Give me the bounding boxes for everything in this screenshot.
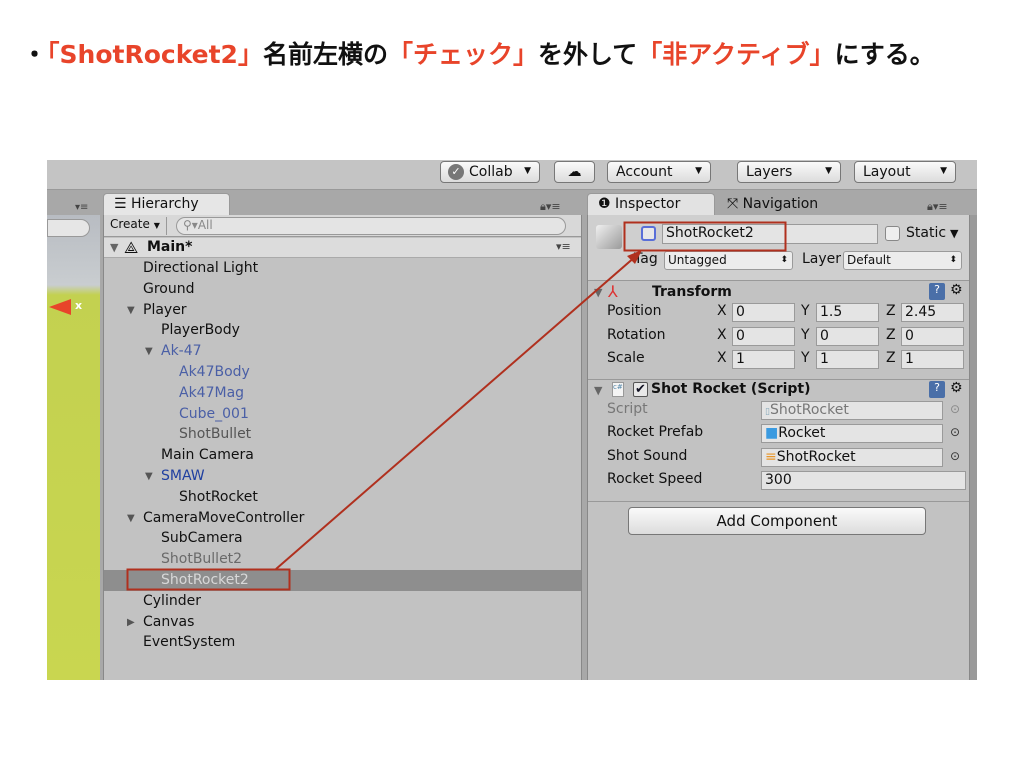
highlight-name-box: [623, 221, 787, 252]
annotation-arrow-line: [275, 255, 637, 570]
annotation-overlay: [126, 221, 787, 591]
highlight-row-box: [126, 568, 291, 591]
